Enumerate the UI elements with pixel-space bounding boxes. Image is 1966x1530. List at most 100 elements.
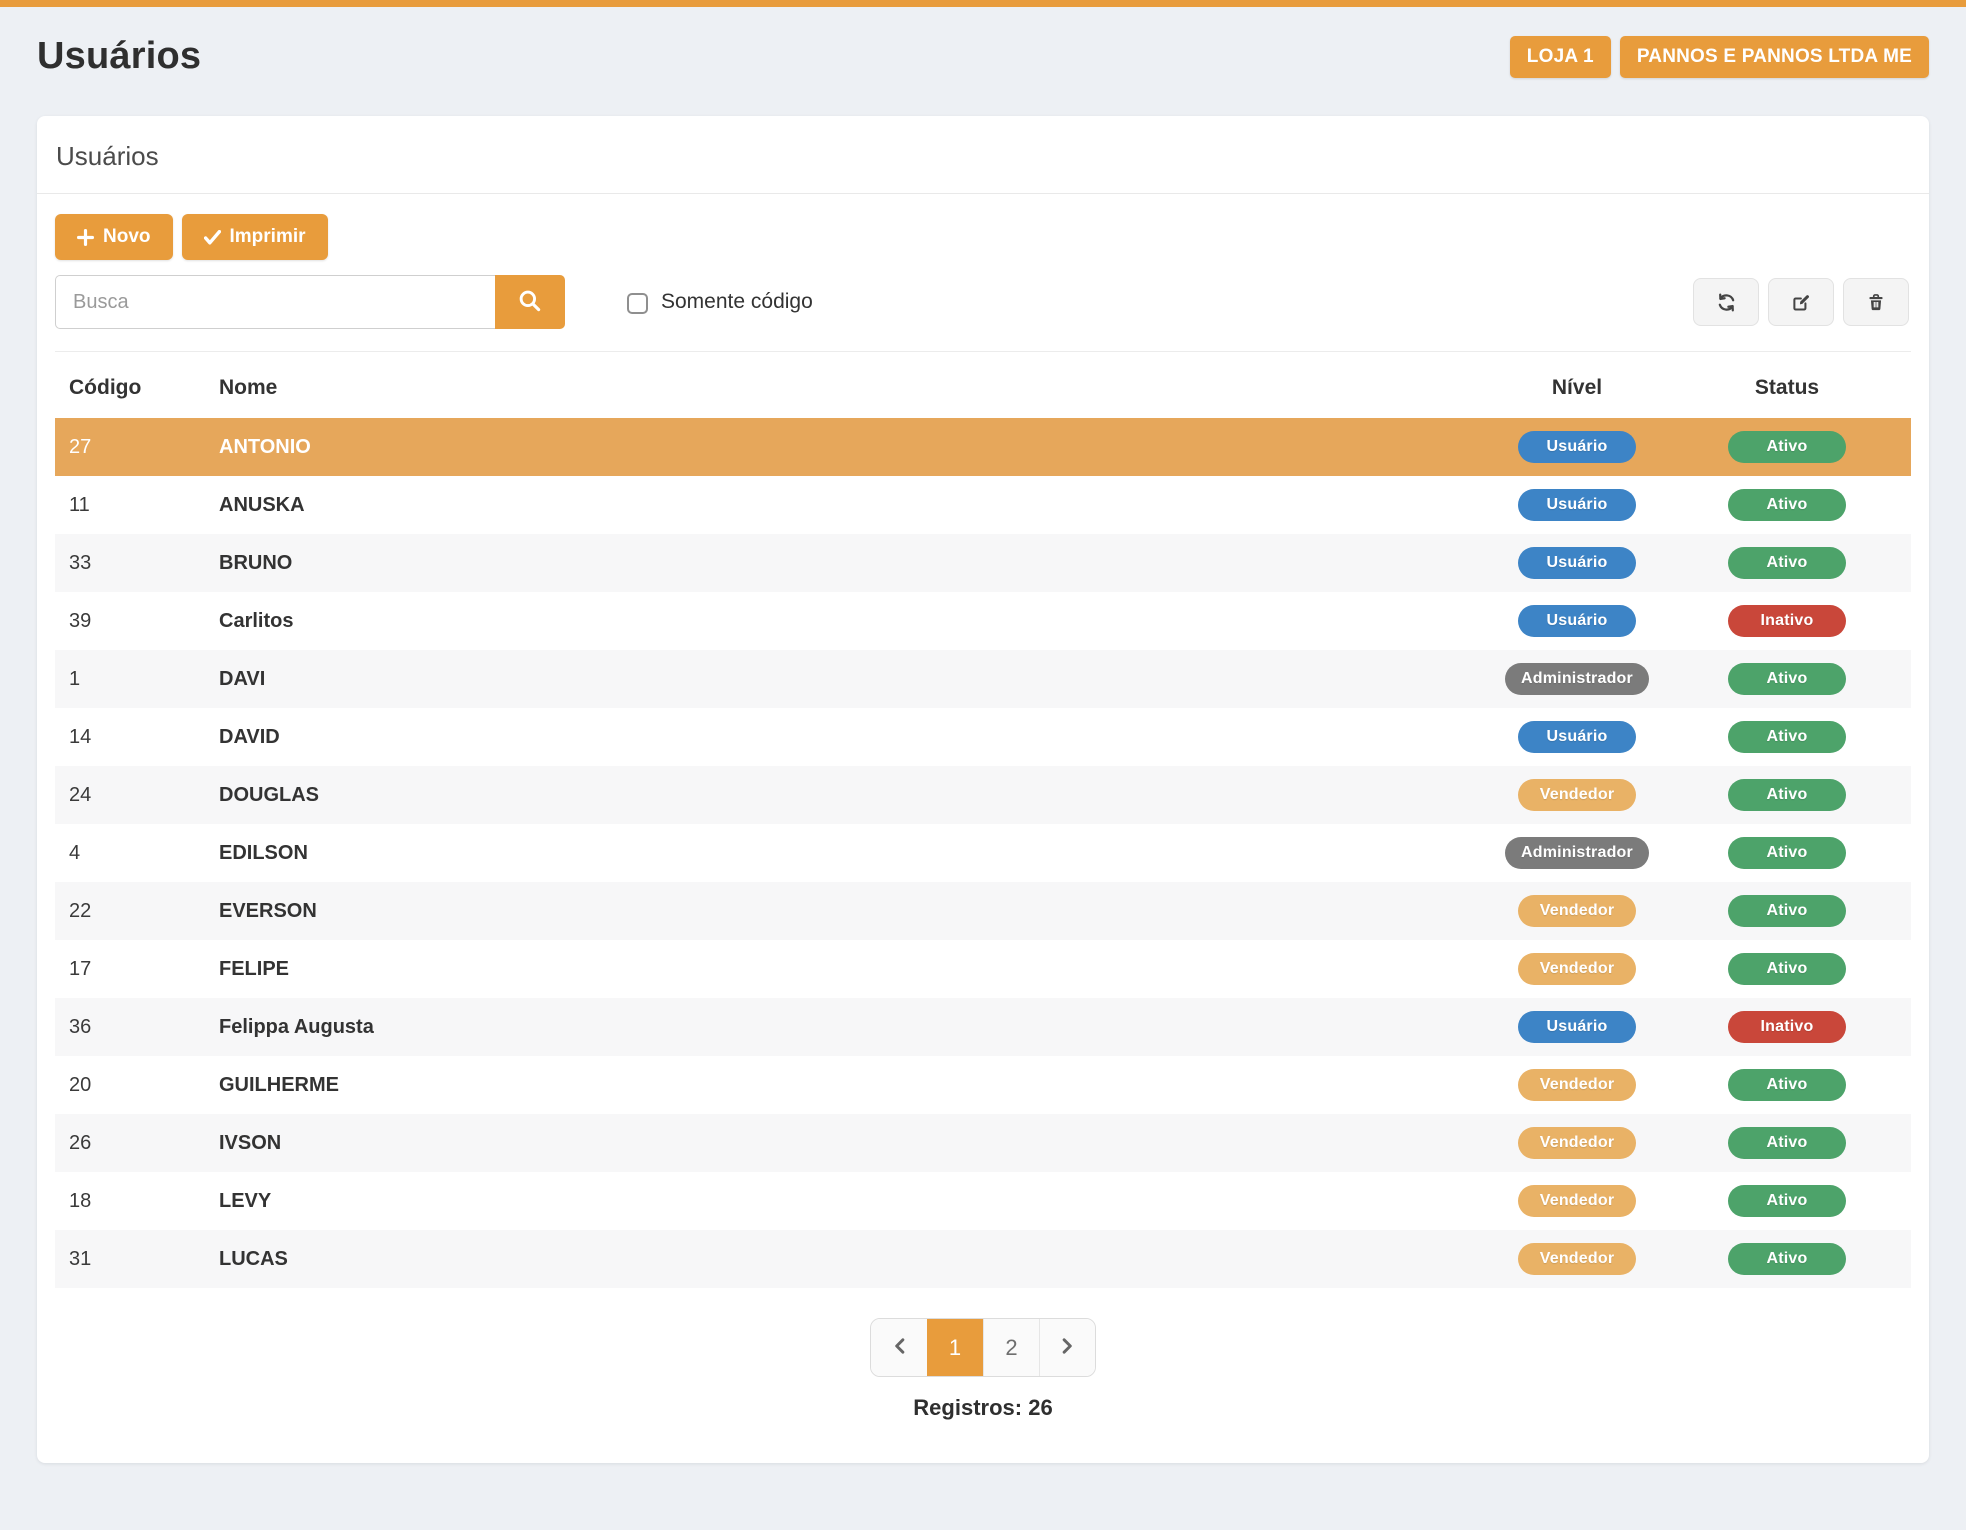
table-row[interactable]: 24 DOUGLAS Vendedor Ativo: [55, 766, 1911, 824]
status-badge: Ativo: [1728, 1185, 1846, 1217]
store-badge-button[interactable]: LOJA 1: [1510, 36, 1611, 78]
level-badge: Administrador: [1505, 663, 1649, 695]
pagination-wrap: 12 Registros: 26: [55, 1318, 1911, 1421]
search-icon: [518, 289, 542, 316]
status-badge: Inativo: [1728, 1011, 1846, 1043]
table-row[interactable]: 33 BRUNO Usuário Ativo: [55, 534, 1911, 592]
table-row[interactable]: 20 GUILHERME Vendedor Ativo: [55, 1056, 1911, 1114]
edit-icon: [1792, 293, 1811, 312]
page-button-1[interactable]: 1: [927, 1319, 983, 1376]
user-name: GUILHERME: [205, 1056, 1491, 1114]
company-badge-button[interactable]: PANNOS E PANNOS LTDA ME: [1620, 36, 1929, 78]
card-title: Usuários: [37, 116, 1929, 194]
status-badge: Ativo: [1728, 953, 1846, 985]
search-input-group: [55, 275, 565, 329]
table-row[interactable]: 4 EDILSON Administrador Ativo: [55, 824, 1911, 882]
status-badge: Inativo: [1728, 605, 1846, 637]
page-title: Usuários: [37, 35, 201, 78]
search-input[interactable]: [55, 275, 495, 329]
status-badge: Ativo: [1728, 489, 1846, 521]
user-code: 26: [55, 1114, 205, 1172]
user-name: ANUSKA: [205, 476, 1491, 534]
user-code: 36: [55, 998, 205, 1056]
column-header-nivel: Nível: [1491, 354, 1661, 418]
user-name: EDILSON: [205, 824, 1491, 882]
refresh-icon: [1717, 293, 1736, 312]
chevron-right-icon: [1060, 1335, 1075, 1361]
print-button[interactable]: Imprimir: [182, 214, 328, 260]
level-badge: Administrador: [1505, 837, 1649, 869]
next-page-button[interactable]: [1039, 1319, 1095, 1376]
search-button[interactable]: [495, 275, 565, 329]
page-button-2[interactable]: 2: [983, 1319, 1039, 1376]
level-badge: Vendedor: [1518, 1127, 1636, 1159]
user-name: EVERSON: [205, 882, 1491, 940]
new-button-label: Novo: [103, 226, 151, 248]
only-code-label[interactable]: Somente código: [661, 290, 813, 314]
records-count: Registros: 26: [913, 1395, 1052, 1421]
print-button-label: Imprimir: [230, 226, 306, 248]
toolbar-divider: [55, 351, 1911, 352]
column-header-codigo: Código: [55, 354, 205, 418]
new-button[interactable]: Novo: [55, 214, 173, 260]
level-badge: Vendedor: [1518, 1185, 1636, 1217]
user-name: ANTONIO: [205, 418, 1491, 476]
top-accent-bar: [0, 0, 1966, 7]
table-header-row: Código Nome Nível Status: [55, 354, 1911, 418]
status-badge: Ativo: [1728, 779, 1846, 811]
user-name: DOUGLAS: [205, 766, 1491, 824]
user-code: 18: [55, 1172, 205, 1230]
table-row[interactable]: 14 DAVID Usuário Ativo: [55, 708, 1911, 766]
only-code-checkbox[interactable]: [627, 293, 648, 314]
table-row[interactable]: 18 LEVY Vendedor Ativo: [55, 1172, 1911, 1230]
table-row[interactable]: 1 DAVI Administrador Ativo: [55, 650, 1911, 708]
user-code: 4: [55, 824, 205, 882]
user-name: FELIPE: [205, 940, 1491, 998]
level-badge: Vendedor: [1518, 895, 1636, 927]
user-code: 31: [55, 1230, 205, 1288]
level-badge: Vendedor: [1518, 953, 1636, 985]
status-badge: Ativo: [1728, 1243, 1846, 1275]
user-code: 1: [55, 650, 205, 708]
table-row[interactable]: 11 ANUSKA Usuário Ativo: [55, 476, 1911, 534]
user-code: 33: [55, 534, 205, 592]
user-name: Carlitos: [205, 592, 1491, 650]
user-name: BRUNO: [205, 534, 1491, 592]
level-badge: Usuário: [1518, 605, 1636, 637]
user-name: IVSON: [205, 1114, 1491, 1172]
header-badges: LOJA 1 PANNOS E PANNOS LTDA ME: [1510, 36, 1929, 78]
previous-page-button[interactable]: [871, 1319, 927, 1376]
plus-icon: [77, 229, 94, 246]
users-card: Usuários Novo Imprimir: [37, 116, 1929, 1463]
status-badge: Ativo: [1728, 1069, 1846, 1101]
table-row[interactable]: 36 Felippa Augusta Usuário Inativo: [55, 998, 1911, 1056]
status-badge: Ativo: [1728, 837, 1846, 869]
page-header: Usuários LOJA 1 PANNOS E PANNOS LTDA ME: [0, 7, 1966, 116]
table-row[interactable]: 27 ANTONIO Usuário Ativo: [55, 418, 1911, 476]
action-row: Novo Imprimir: [55, 214, 1911, 260]
icon-button-group: [1693, 278, 1909, 326]
level-badge: Usuário: [1518, 431, 1636, 463]
level-badge: Vendedor: [1518, 1243, 1636, 1275]
table-row[interactable]: 26 IVSON Vendedor Ativo: [55, 1114, 1911, 1172]
status-badge: Ativo: [1728, 547, 1846, 579]
refresh-button[interactable]: [1693, 278, 1759, 326]
table-row[interactable]: 22 EVERSON Vendedor Ativo: [55, 882, 1911, 940]
user-name: DAVI: [205, 650, 1491, 708]
level-badge: Usuário: [1518, 1011, 1636, 1043]
user-code: 20: [55, 1056, 205, 1114]
table-row[interactable]: 31 LUCAS Vendedor Ativo: [55, 1230, 1911, 1288]
user-code: 17: [55, 940, 205, 998]
pagination: 12: [870, 1318, 1096, 1377]
edit-button[interactable]: [1768, 278, 1834, 326]
level-badge: Usuário: [1518, 547, 1636, 579]
user-name: Felippa Augusta: [205, 998, 1491, 1056]
only-code-group: Somente código: [627, 290, 813, 314]
delete-button[interactable]: [1843, 278, 1909, 326]
table-row[interactable]: 17 FELIPE Vendedor Ativo: [55, 940, 1911, 998]
table-row[interactable]: 39 Carlitos Usuário Inativo: [55, 592, 1911, 650]
status-badge: Ativo: [1728, 721, 1846, 753]
user-name: LEVY: [205, 1172, 1491, 1230]
users-table: Código Nome Nível Status 27 ANTONIO Usuá…: [55, 354, 1911, 1288]
user-name: DAVID: [205, 708, 1491, 766]
